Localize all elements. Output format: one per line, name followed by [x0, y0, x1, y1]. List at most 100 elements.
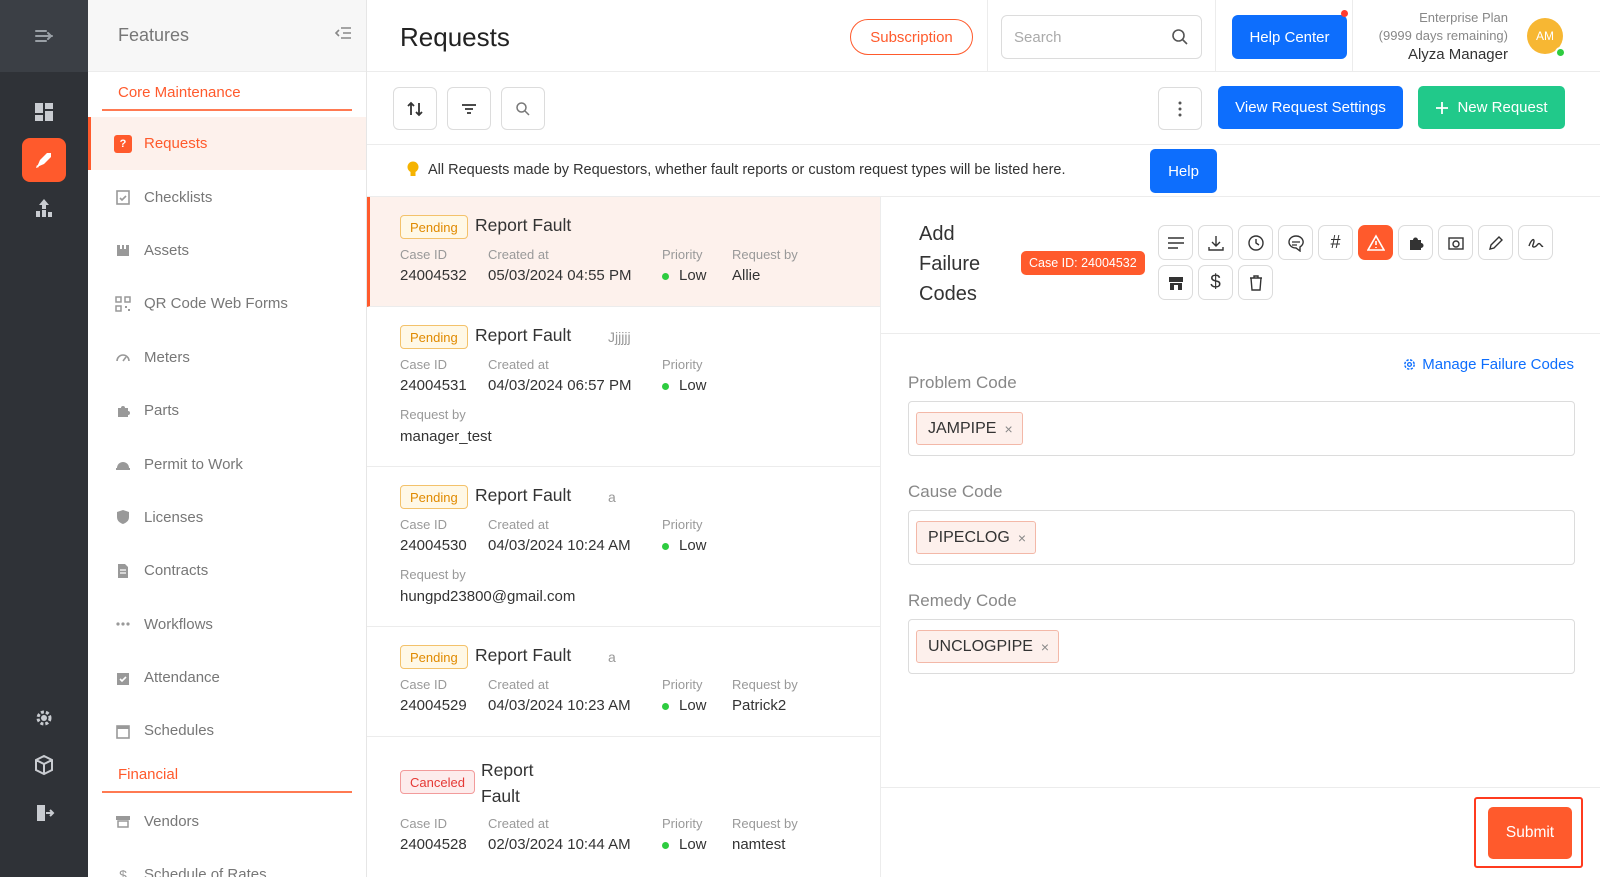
collapse-sidebar-button[interactable] — [334, 26, 352, 45]
cube-icon — [35, 754, 53, 776]
features-title: Features — [118, 25, 190, 45]
maintenance-button[interactable] — [22, 138, 66, 182]
status-badge: Pending — [400, 485, 468, 509]
download-button[interactable] — [1198, 225, 1233, 260]
sidebar-item-label: Meters — [144, 348, 190, 366]
analytics-button[interactable] — [22, 186, 66, 230]
new-request-button[interactable]: New Request — [1418, 86, 1565, 129]
remove-chip-icon[interactable]: × — [1041, 639, 1049, 655]
collapse-left-icon — [334, 27, 351, 39]
sidebar-item-permit-to-work[interactable]: Permit to Work — [88, 437, 366, 490]
more-options-button[interactable] — [1158, 87, 1202, 130]
comments-button[interactable] — [1278, 225, 1313, 260]
request-card[interactable]: Pending Report Fault a Case ID Created a… — [367, 627, 880, 737]
filter-button[interactable] — [447, 87, 491, 130]
list-search-button[interactable] — [501, 87, 545, 130]
settings-button[interactable] — [22, 696, 66, 740]
history-button[interactable] — [1238, 225, 1273, 260]
dashboard-button[interactable] — [22, 90, 66, 134]
request-card[interactable]: Pending Report Fault Jjjjjj Case ID Crea… — [367, 307, 880, 467]
sidebar-item-checklists[interactable]: Checklists — [88, 170, 366, 223]
remedy-code-field[interactable]: UNCLOGPIPE × — [908, 619, 1575, 674]
failure-codes-button[interactable] — [1358, 225, 1393, 260]
analytics-icon — [36, 199, 52, 217]
created-at-label: Created at — [488, 517, 549, 532]
request-card[interactable]: Pending Report Fault Case ID Created at … — [367, 197, 880, 307]
menu-toggle-button[interactable] — [0, 0, 88, 72]
modules-button[interactable] — [22, 743, 66, 787]
sidebar-item-requests[interactable]: ? Requests — [88, 117, 366, 171]
detail-title-line: Add — [919, 223, 955, 245]
priority-dot — [662, 841, 669, 849]
case-id-value: 24004532 — [400, 267, 467, 284]
sidebar-item-vendors[interactable]: Vendors — [88, 795, 366, 848]
sort-button[interactable] — [393, 87, 437, 130]
delete-button[interactable] — [1238, 265, 1273, 300]
sidebar-item-qr-code-web-forms[interactable]: QR Code Web Forms — [88, 277, 366, 330]
search-box[interactable] — [1001, 15, 1202, 59]
priority-label: Priority — [662, 816, 703, 831]
notification-dot — [1341, 10, 1348, 17]
user-name[interactable]: Alyza Manager — [1379, 46, 1508, 63]
sidebar-item-label: Checklists — [144, 188, 213, 206]
assets-icon — [114, 241, 132, 259]
manage-failure-codes-link[interactable]: Manage Failure Codes — [1402, 356, 1574, 373]
cost-button[interactable]: $ — [1198, 265, 1233, 300]
sidebar-item-label: Schedules — [144, 722, 215, 740]
vendor-button[interactable] — [1158, 265, 1193, 300]
sidebar-item-parts[interactable]: Parts — [88, 384, 366, 437]
priority-text: Low — [679, 697, 707, 714]
sidebar-item-label: Attendance — [144, 669, 220, 687]
case-id-label: Case ID — [400, 357, 447, 372]
sidebar-item-licenses[interactable]: Licenses — [88, 491, 366, 544]
request-title: Report Fault — [475, 485, 572, 505]
header-divider — [1352, 0, 1353, 72]
clipboard-icon — [114, 188, 132, 206]
remove-chip-icon[interactable]: × — [1004, 421, 1012, 437]
sidebar-item-attendance[interactable]: Attendance — [88, 651, 366, 704]
cause-code-field[interactable]: PIPECLOG × — [908, 510, 1575, 565]
number-button[interactable]: # — [1318, 225, 1353, 260]
detail-title: Add Failure Codes — [919, 219, 980, 309]
case-id-value: 24004530 — [400, 537, 467, 554]
list-toolbar: View Request Settings New Request — [367, 72, 1600, 145]
remove-chip-icon[interactable]: × — [1018, 530, 1026, 546]
search-input[interactable] — [1014, 28, 1154, 46]
edit-button[interactable] — [1478, 225, 1513, 260]
sidebar-item-schedules[interactable]: Schedules — [88, 704, 366, 757]
store-icon — [1168, 276, 1183, 290]
view-request-settings-button[interactable]: View Request Settings — [1218, 86, 1403, 129]
sidebar-item-schedule-of-rates[interactable]: $ Schedule of Rates — [88, 848, 366, 877]
help-center-button[interactable]: Help Center — [1232, 15, 1347, 59]
parts-button[interactable] — [1398, 225, 1433, 260]
dollar-icon: $ — [119, 866, 127, 877]
camera-button[interactable] — [1438, 225, 1473, 260]
priority-label: Priority — [662, 517, 703, 532]
request-card[interactable]: Canceled Report Fault Case ID Created at… — [367, 737, 880, 877]
trash-icon — [1249, 274, 1262, 291]
case-id-pill: Case ID: 24004532 — [1021, 251, 1145, 275]
created-at-label: Created at — [488, 247, 549, 262]
chat-bubble-icon — [1287, 234, 1304, 252]
subscription-button[interactable]: Subscription — [850, 19, 973, 55]
submit-button[interactable]: Submit — [1488, 807, 1572, 859]
sidebar-item-contracts[interactable]: Contracts — [88, 544, 366, 597]
store-icon — [114, 812, 132, 830]
gear-icon — [1404, 359, 1416, 370]
sidebar-item-meters[interactable]: Meters — [88, 331, 366, 384]
sidebar-item-label: Parts — [144, 402, 180, 420]
chip-label: JAMPIPE — [928, 419, 997, 437]
problem-code-field[interactable]: JAMPIPE × — [908, 401, 1575, 456]
sidebar-item-assets[interactable]: Assets — [88, 224, 366, 277]
sidebar-item-workflows[interactable]: Workflows — [88, 598, 366, 651]
details-tab-button[interactable] — [1158, 225, 1193, 260]
created-at-label: Created at — [488, 677, 549, 692]
priority-label: Priority — [662, 677, 703, 692]
signature-button[interactable] — [1518, 225, 1553, 260]
problem-code-label: Problem Code — [908, 373, 1017, 392]
request-card[interactable]: Pending Report Fault a Case ID Created a… — [367, 467, 880, 627]
logout-button[interactable] — [22, 791, 66, 835]
help-button[interactable]: Help — [1150, 149, 1217, 193]
request-by-value: Patrick2 — [732, 697, 787, 714]
detail-title-line: Codes — [919, 283, 977, 305]
